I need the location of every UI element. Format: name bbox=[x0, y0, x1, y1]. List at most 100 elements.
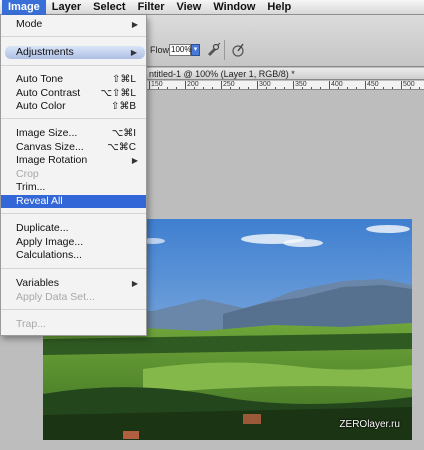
ruler-major-tick bbox=[329, 81, 330, 89]
ruler-minor-tick bbox=[230, 87, 231, 89]
shortcut-label: ⌥⇧⌘L bbox=[100, 88, 136, 99]
menu-item-calculations[interactable]: Calculations... bbox=[1, 249, 146, 262]
document-tab[interactable]: ntitled-1 @ 100% (Layer 1, RGB/8) * bbox=[145, 68, 424, 80]
menu-item-image-rotation[interactable]: Image Rotation ▶ bbox=[1, 154, 146, 167]
menu-item-trap: Trap... bbox=[1, 318, 146, 331]
watermark: ZEROlayer.ru bbox=[339, 419, 400, 430]
ruler-minor-tick bbox=[410, 87, 411, 89]
ruler-minor-tick bbox=[302, 87, 303, 89]
menu-layer[interactable]: Layer bbox=[46, 0, 87, 15]
menu-item-variables[interactable]: Variables ▶ bbox=[1, 277, 146, 290]
tablet-pressure-icon[interactable] bbox=[230, 42, 246, 58]
toolbar-divider bbox=[224, 40, 225, 60]
adjustments-label: Adjustments bbox=[16, 46, 74, 58]
menu-divider bbox=[1, 309, 146, 310]
ruler-minor-tick bbox=[356, 87, 357, 89]
ruler-minor-tick bbox=[392, 87, 393, 89]
trap-label: Trap... bbox=[16, 318, 46, 330]
horizontal-ruler[interactable]: 150 200 250 300 350 400 450 500 bbox=[145, 81, 424, 90]
ruler-major-tick bbox=[365, 81, 366, 89]
ruler-minor-tick bbox=[239, 87, 240, 89]
ruler-label: 250 bbox=[223, 81, 235, 88]
document-title: ntitled-1 @ 100% (Layer 1, RGB/8) * bbox=[149, 69, 295, 79]
menu-divider bbox=[1, 36, 146, 37]
menu-item-auto-contrast[interactable]: Auto Contrast ⌥⇧⌘L bbox=[1, 87, 146, 100]
ruler-minor-tick bbox=[320, 87, 321, 89]
auto-color-label: Auto Color bbox=[16, 100, 66, 112]
menu-window[interactable]: Window bbox=[207, 0, 261, 15]
shortcut-label: ⌥⌘C bbox=[107, 142, 136, 153]
ruler-label: 200 bbox=[187, 81, 199, 88]
submenu-arrow-icon: ▶ bbox=[131, 20, 138, 29]
submenu-arrow-icon: ▶ bbox=[130, 48, 137, 57]
ruler-minor-tick bbox=[158, 87, 159, 89]
image-rotation-label: Image Rotation bbox=[16, 154, 88, 166]
ruler-minor-tick bbox=[176, 87, 177, 89]
ruler-minor-tick bbox=[275, 87, 276, 89]
crop-label: Crop bbox=[16, 168, 39, 180]
shortcut-label: ⇧⌘L bbox=[112, 74, 136, 85]
ruler-label: 150 bbox=[151, 81, 163, 88]
menu-item-mode[interactable]: Mode ▶ bbox=[1, 18, 146, 31]
ruler-label: 500 bbox=[403, 81, 415, 88]
calculations-label: Calculations... bbox=[16, 249, 82, 261]
airbrush-icon[interactable] bbox=[205, 42, 221, 58]
reveal-all-label: Reveal All bbox=[16, 195, 63, 207]
ruler-major-tick bbox=[257, 81, 258, 89]
ruler-label: 350 bbox=[295, 81, 307, 88]
ruler-minor-tick bbox=[284, 87, 285, 89]
ruler-major-tick bbox=[185, 81, 186, 89]
menu-divider bbox=[1, 65, 146, 66]
menu-divider bbox=[1, 118, 146, 119]
menu-item-apply-data-set: Apply Data Set... bbox=[1, 291, 146, 304]
image-menu-dropdown: Mode ▶ Adjustments ▶ Auto Tone ⇧⌘L Auto … bbox=[0, 15, 147, 336]
menu-filter[interactable]: Filter bbox=[132, 0, 171, 15]
menu-item-crop: Crop bbox=[1, 168, 146, 181]
menu-item-adjustments[interactable]: Adjustments ▶ bbox=[5, 46, 145, 59]
mode-label: Mode bbox=[16, 18, 43, 30]
menu-divider bbox=[1, 213, 146, 214]
menu-item-trim[interactable]: Trim... bbox=[1, 181, 146, 194]
flow-input[interactable]: 100% bbox=[169, 44, 191, 56]
ruler-major-tick bbox=[149, 81, 150, 89]
menu-item-reveal-all[interactable]: Reveal All bbox=[1, 195, 146, 208]
menu-item-duplicate[interactable]: Duplicate... bbox=[1, 222, 146, 235]
menu-image[interactable]: Image bbox=[2, 0, 46, 15]
ruler-minor-tick bbox=[419, 87, 420, 89]
ruler-minor-tick bbox=[248, 87, 249, 89]
ruler-minor-tick bbox=[266, 87, 267, 89]
ruler-label: 300 bbox=[259, 81, 271, 88]
flow-dropdown-button[interactable]: ▾ bbox=[191, 44, 200, 56]
auto-contrast-label: Auto Contrast bbox=[16, 87, 81, 99]
ruler-label: 400 bbox=[331, 81, 343, 88]
menu-item-canvas-size[interactable]: Canvas Size... ⌥⌘C bbox=[1, 141, 146, 154]
ruler-major-tick bbox=[293, 81, 294, 89]
menu-bar: Image Layer Select Filter View Window He… bbox=[0, 0, 424, 15]
ruler-minor-tick bbox=[338, 87, 339, 89]
ruler-major-tick bbox=[221, 81, 222, 89]
ruler-minor-tick bbox=[383, 87, 384, 89]
menu-view[interactable]: View bbox=[170, 0, 207, 15]
menu-item-apply-image[interactable]: Apply Image... bbox=[1, 236, 146, 249]
shortcut-label: ⇧⌘B bbox=[110, 101, 136, 112]
variables-label: Variables bbox=[16, 277, 59, 289]
submenu-arrow-icon: ▶ bbox=[131, 156, 138, 165]
ruler-minor-tick bbox=[374, 87, 375, 89]
menu-select[interactable]: Select bbox=[87, 0, 131, 15]
submenu-arrow-icon: ▶ bbox=[131, 279, 138, 288]
menu-item-auto-color[interactable]: Auto Color ⇧⌘B bbox=[1, 100, 146, 113]
ruler-label: 450 bbox=[367, 81, 379, 88]
ruler-minor-tick bbox=[311, 87, 312, 89]
menu-help[interactable]: Help bbox=[261, 0, 297, 15]
ruler-minor-tick bbox=[347, 87, 348, 89]
auto-tone-label: Auto Tone bbox=[16, 73, 64, 85]
ruler-minor-tick bbox=[203, 87, 204, 89]
apply-data-set-label: Apply Data Set... bbox=[16, 291, 95, 303]
canvas-size-label: Canvas Size... bbox=[16, 141, 84, 153]
menu-item-image-size[interactable]: Image Size... ⌥⌘I bbox=[1, 127, 146, 140]
menu-item-auto-tone[interactable]: Auto Tone ⇧⌘L bbox=[1, 73, 146, 86]
shortcut-label: ⌥⌘I bbox=[111, 128, 136, 139]
ruler-major-tick bbox=[401, 81, 402, 89]
ruler-minor-tick bbox=[194, 87, 195, 89]
ruler-minor-tick bbox=[212, 87, 213, 89]
